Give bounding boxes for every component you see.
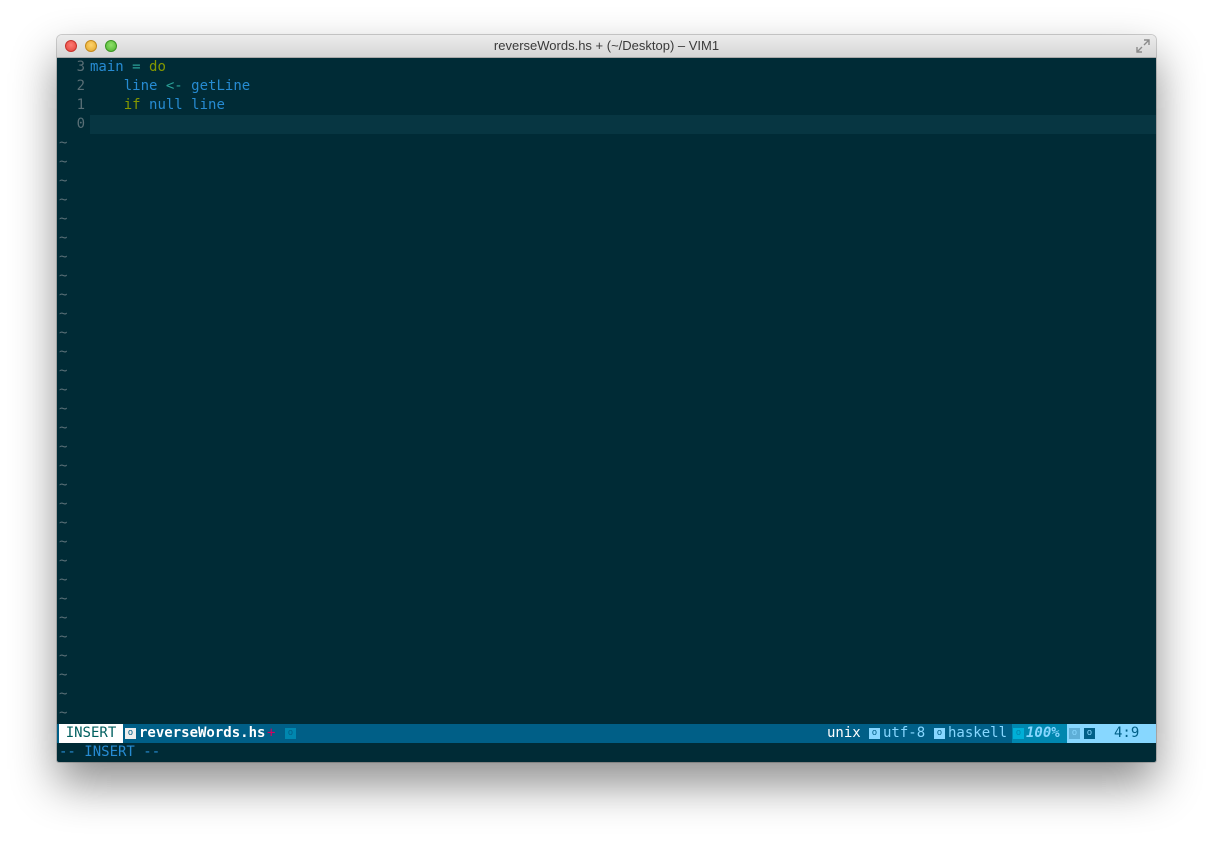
- empty-line-marker: ~: [59, 135, 68, 151]
- line-number: 3: [76, 59, 85, 75]
- line-number: 0: [76, 116, 85, 132]
- empty-line-marker: ~: [59, 211, 68, 227]
- column-icon: o: [1084, 728, 1095, 739]
- scroll-percent: 100%: [1026, 725, 1060, 741]
- empty-line-marker: ~: [59, 401, 68, 417]
- encoding-icon: o: [869, 728, 880, 739]
- empty-line-marker: ~: [59, 648, 68, 664]
- empty-line-marker: ~: [59, 173, 68, 189]
- empty-line-marker: ~: [59, 192, 68, 208]
- modified-flag: +: [267, 725, 276, 741]
- empty-line-marker: ~: [59, 515, 68, 531]
- code-token: null: [149, 97, 183, 113]
- line-icon: o: [1069, 728, 1080, 739]
- empty-line-marker: ~: [59, 306, 68, 322]
- empty-line-marker: ~: [59, 249, 68, 265]
- empty-line-marker: ~: [59, 268, 68, 284]
- code-token: main: [90, 59, 124, 75]
- file-name: reverseWords.hs: [139, 725, 266, 741]
- window-title: reverseWords.hs + (~/Desktop) – VIM1: [493, 38, 720, 53]
- buffer-number-icon: o: [125, 728, 136, 739]
- empty-line-marker: ~: [59, 154, 68, 170]
- cursor-position: 4:9: [1114, 725, 1140, 741]
- empty-line-marker: ~: [59, 686, 68, 702]
- empty-line-marker: ~: [59, 363, 68, 379]
- empty-line-marker: ~: [59, 287, 68, 303]
- position-segment: [1067, 724, 1156, 743]
- vim-window: reverseWords.hs + (~/Desktop) – VIM1 3 ma…: [57, 35, 1156, 762]
- title-bar[interactable]: reverseWords.hs + (~/Desktop) – VIM1: [57, 35, 1156, 58]
- empty-line-marker: ~: [59, 325, 68, 341]
- code-line[interactable]: 0: [57, 115, 1156, 134]
- percent-icon: o: [1013, 728, 1024, 739]
- empty-line-marker: ~: [59, 629, 68, 645]
- empty-line-marker: ~: [59, 420, 68, 436]
- line-number: 1: [76, 97, 85, 113]
- filetype-icon: o: [934, 728, 945, 739]
- code-text: line <- getLine: [90, 77, 250, 96]
- code-line[interactable]: 1 if null line: [57, 96, 1156, 115]
- code-token: getLine: [191, 78, 251, 94]
- code-token: =: [132, 59, 141, 75]
- empty-line-marker: ~: [59, 572, 68, 588]
- empty-line-marker: ~: [59, 458, 68, 474]
- editor-buffer[interactable]: 3 main = do 2 line <- getLine 1 if null lin…: [57, 58, 1156, 724]
- statusline: INSERT o reverseWords.hs + o unix o utf-…: [57, 724, 1156, 743]
- empty-line-marker: ~: [59, 591, 68, 607]
- code-token: do: [149, 59, 166, 75]
- separator-icon: o: [285, 728, 296, 739]
- code-line[interactable]: 2 line <- getLine: [57, 77, 1156, 96]
- code-token: if: [123, 97, 141, 113]
- fullscreen-icon[interactable]: [1136, 39, 1150, 53]
- empty-line-marker: ~: [59, 344, 68, 360]
- code-token: <-: [165, 78, 183, 94]
- file-encoding: utf-8: [883, 725, 926, 741]
- empty-line-marker: ~: [59, 553, 68, 569]
- code-text: main = do: [90, 58, 166, 77]
- empty-line-marker: ~: [59, 230, 68, 246]
- file-format: unix: [827, 725, 861, 741]
- command-line[interactable]: -- INSERT --: [57, 743, 1156, 762]
- empty-line-marker: ~: [59, 496, 68, 512]
- empty-line-marker: ~: [59, 382, 68, 398]
- empty-line-marker: ~: [59, 610, 68, 626]
- code-text: if null line: [90, 96, 225, 115]
- file-type: haskell: [948, 725, 1008, 741]
- empty-line-marker: ~: [59, 477, 68, 493]
- mode-indicator: INSERT: [59, 724, 123, 743]
- code-token: line: [123, 78, 158, 94]
- empty-line-marker: ~: [59, 439, 68, 455]
- code-token: line: [191, 97, 225, 113]
- empty-line-marker: ~: [59, 534, 68, 550]
- code-line[interactable]: 3 main = do: [57, 58, 1156, 77]
- empty-line-marker: ~: [59, 705, 68, 721]
- empty-line-marker: ~: [59, 667, 68, 683]
- line-number: 2: [76, 78, 85, 94]
